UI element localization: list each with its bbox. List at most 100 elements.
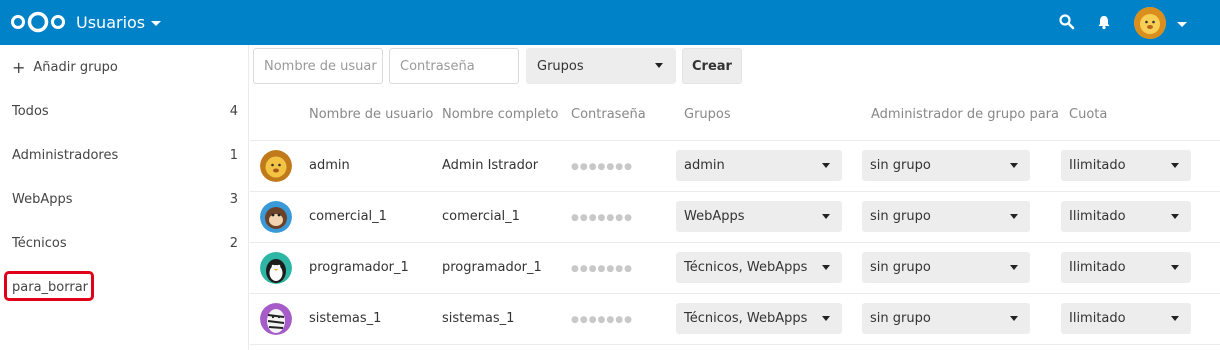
chevron-down-icon [822, 265, 830, 270]
add-group-button[interactable]: + Añadir grupo [0, 45, 249, 89]
highlight-annotation [4, 271, 94, 301]
subadmin-value: sin grupo [870, 158, 931, 173]
groups-dropdown[interactable]: Técnicos, WebApps [676, 252, 842, 283]
column-header-quota: Cuota [1069, 107, 1108, 122]
groups-select[interactable]: Grupos [526, 48, 676, 84]
subadmin-value: sin grupo [870, 311, 931, 326]
groups-value: admin [684, 158, 725, 173]
fullname-text: programador_1 [442, 260, 542, 275]
quota-dropdown[interactable]: Ilimitado [1061, 303, 1191, 334]
add-group-label: Añadir grupo [33, 59, 118, 75]
nextcloud-logo-icon[interactable] [10, 10, 66, 34]
fullname-text: sistemas_1 [442, 311, 515, 326]
sidebar-item-administradores[interactable]: Administradores 1 [0, 133, 249, 177]
subadmin-value: sin grupo [870, 260, 931, 275]
quota-dropdown[interactable]: Ilimitado [1061, 201, 1191, 232]
password-placeholder: Contraseña [400, 58, 475, 74]
subadmin-dropdown[interactable]: sin grupo [862, 303, 1030, 334]
chevron-down-icon [655, 63, 663, 68]
chevron-down-icon [1010, 316, 1018, 321]
subadmin-value: sin grupo [870, 209, 931, 224]
password-input[interactable]: Contraseña [389, 48, 519, 84]
sidebar-item-label: WebApps [12, 191, 73, 207]
quota-value: Ilimitado [1069, 158, 1126, 173]
chevron-down-icon [1171, 214, 1179, 219]
fullname-cell[interactable]: sistemas_1 [442, 311, 514, 326]
fullname-text: Admin Istrador [442, 158, 539, 173]
search-icon[interactable] [1058, 13, 1076, 31]
row-divider [250, 293, 1220, 294]
chevron-down-icon [822, 163, 830, 168]
groups-sidebar: + Añadir grupo Todos 4 Administradores 1… [0, 45, 249, 350]
groups-dropdown[interactable]: WebApps [676, 201, 842, 232]
column-header-subadmin: Administrador de grupo para [871, 107, 1059, 122]
zebra-avatar-icon [260, 303, 292, 335]
column-header-password: Contraseña [571, 107, 646, 122]
plus-icon: + [12, 57, 26, 77]
fullname-cell[interactable]: programador_1 [442, 260, 542, 275]
groups-dropdown[interactable]: Técnicos, WebApps [676, 303, 842, 334]
sidebar-item-label: Todos [12, 103, 49, 119]
username-input[interactable]: Nombre de usuar [253, 48, 383, 84]
lion-avatar-icon [260, 150, 292, 182]
group-count: 2 [229, 235, 238, 251]
user-menu-chevron-icon[interactable] [1177, 22, 1187, 27]
row-divider [250, 140, 1220, 141]
avatar [260, 150, 292, 182]
username-cell: admin [309, 158, 350, 173]
lion-avatar-icon [1134, 7, 1166, 39]
chevron-down-icon [822, 214, 830, 219]
password-cell[interactable]: ●●●●●●● [571, 213, 633, 223]
fullname-cell[interactable]: Admin Istrador [442, 158, 538, 173]
quota-dropdown[interactable]: Ilimitado [1061, 150, 1191, 181]
row-divider [250, 242, 1220, 243]
group-count: 1 [229, 147, 238, 163]
notifications-icon[interactable] [1095, 13, 1113, 31]
groups-value: WebApps [684, 209, 745, 224]
subadmin-dropdown[interactable]: sin grupo [862, 201, 1030, 232]
app-menu-button[interactable]: Usuarios [76, 13, 162, 32]
password-cell[interactable]: ●●●●●●● [571, 162, 633, 172]
chevron-down-icon [1010, 163, 1018, 168]
username-cell: programador_1 [309, 260, 409, 275]
chevron-down-icon [1010, 265, 1018, 270]
fullname-cell[interactable]: comercial_1 [442, 209, 520, 224]
groups-dropdown[interactable]: admin [676, 150, 842, 181]
sidebar-item-tecnicos[interactable]: Técnicos 2 [0, 221, 249, 265]
column-header-fullname: Nombre completo [442, 107, 559, 122]
sidebar-item-label: Técnicos [12, 235, 67, 251]
sidebar-item-label: Administradores [12, 147, 119, 163]
password-cell[interactable]: ●●●●●●● [571, 315, 633, 325]
username-cell: comercial_1 [309, 209, 387, 224]
quota-dropdown[interactable]: Ilimitado [1061, 252, 1191, 283]
sidebar-item-todos[interactable]: Todos 4 [0, 89, 249, 133]
password-cell[interactable]: ●●●●●●● [571, 264, 633, 274]
app-header: Usuarios [0, 0, 1220, 45]
fullname-text: comercial_1 [442, 209, 520, 224]
subadmin-dropdown[interactable]: sin grupo [862, 252, 1030, 283]
create-user-button[interactable]: Crear [682, 48, 742, 84]
chevron-down-icon [151, 21, 162, 26]
penguin-avatar-icon [260, 252, 292, 284]
username-placeholder: Nombre de usuar [264, 58, 377, 74]
chevron-down-icon [1171, 316, 1179, 321]
quota-value: Ilimitado [1069, 260, 1126, 275]
subadmin-dropdown[interactable]: sin grupo [862, 150, 1030, 181]
column-header-groups: Grupos [684, 107, 731, 122]
create-label: Crear [692, 58, 732, 74]
sidebar-item-webapps[interactable]: WebApps 3 [0, 177, 249, 221]
group-count: 3 [229, 191, 238, 207]
avatar [260, 303, 292, 335]
groups-select-label: Grupos [537, 58, 584, 74]
monkey-avatar-icon [260, 201, 292, 233]
chevron-down-icon [1171, 265, 1179, 270]
column-header-username: Nombre de usuario [309, 107, 434, 122]
app-title: Usuarios [76, 13, 146, 32]
chevron-down-icon [1171, 163, 1179, 168]
groups-value: Técnicos, WebApps [684, 260, 808, 275]
group-count: 4 [229, 103, 238, 119]
quota-value: Ilimitado [1069, 209, 1126, 224]
quota-value: Ilimitado [1069, 311, 1126, 326]
user-avatar[interactable] [1134, 7, 1166, 39]
avatar [260, 201, 292, 233]
